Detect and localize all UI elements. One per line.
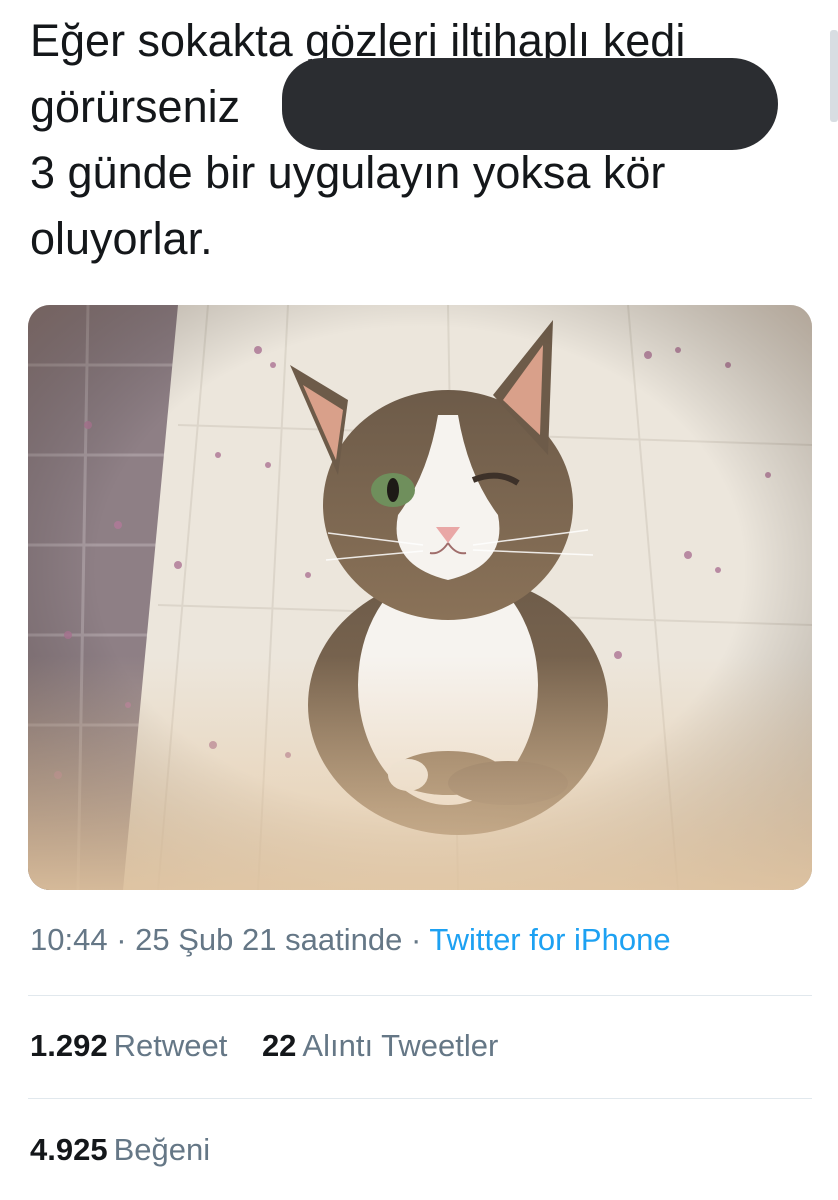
tweet-time[interactable]: 10:44 bbox=[30, 922, 108, 957]
meta-separator: · bbox=[410, 922, 422, 957]
likes-stat[interactable]: 4.925 Beğeni bbox=[30, 1132, 210, 1167]
quote-tweets-count: 22 bbox=[261, 1028, 297, 1063]
redaction-mark bbox=[282, 58, 778, 150]
likes-row: 4.925 Beğeni bbox=[30, 1132, 236, 1168]
quote-tweets-stat[interactable]: 22 Alıntı Tweetler bbox=[262, 1028, 498, 1063]
retweets-count: 1.292 bbox=[30, 1028, 108, 1063]
divider bbox=[28, 995, 812, 996]
engagement-row: 1.292 Retweet 22 Alıntı Tweetler bbox=[30, 1028, 524, 1064]
likes-label: Beğeni bbox=[113, 1132, 211, 1167]
quote-tweets-label: Alıntı Tweetler bbox=[302, 1028, 499, 1063]
cat-photo-illustration bbox=[28, 305, 812, 890]
tweet-source-link[interactable]: Twitter for iPhone bbox=[429, 922, 670, 957]
scrollbar[interactable] bbox=[830, 30, 838, 122]
tweet-meta: 10:44 · 25 Şub 21 saatinde · Twitter for… bbox=[30, 922, 671, 958]
meta-separator: · bbox=[116, 922, 127, 957]
tweet-photo[interactable] bbox=[28, 305, 812, 890]
divider bbox=[28, 1098, 812, 1099]
retweets-stat[interactable]: 1.292 Retweet bbox=[30, 1028, 236, 1063]
tweet-date[interactable]: 25 Şub 21 saatinde bbox=[135, 922, 402, 957]
likes-count: 4.925 bbox=[30, 1132, 108, 1167]
tweet-text-line: oluyorlar. bbox=[30, 213, 213, 264]
retweets-label: Retweet bbox=[113, 1028, 228, 1063]
